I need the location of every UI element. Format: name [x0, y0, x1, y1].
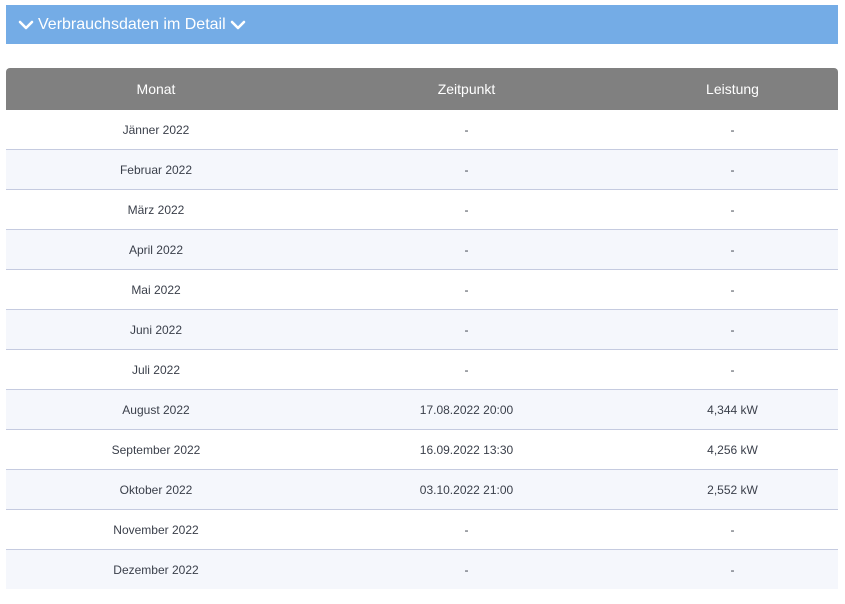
cell-month: September 2022	[6, 429, 306, 470]
cell-time: -	[306, 229, 627, 270]
cell-power: 4,344 kW	[627, 389, 838, 430]
table-row: November 2022 - -	[6, 509, 838, 550]
consumption-table: Monat Zeitpunkt Leistung Jänner 2022 - -…	[6, 68, 838, 589]
cell-power: -	[627, 149, 838, 190]
cell-time: -	[306, 110, 627, 150]
cell-time: -	[306, 509, 627, 550]
cell-time: -	[306, 189, 627, 230]
table-row: Juli 2022 - -	[6, 349, 838, 390]
cell-month: Oktober 2022	[6, 469, 306, 510]
cell-month: Februar 2022	[6, 149, 306, 190]
cell-month: März 2022	[6, 189, 306, 230]
cell-power: -	[627, 189, 838, 230]
table-row: Dezember 2022 - -	[6, 549, 838, 589]
cell-power: -	[627, 349, 838, 390]
table-row: Juni 2022 - -	[6, 309, 838, 350]
cell-time: -	[306, 149, 627, 190]
cell-power: -	[627, 509, 838, 550]
column-header-month: Monat	[136, 81, 176, 97]
cell-power: 2,552 kW	[627, 469, 838, 510]
cell-month: Mai 2022	[6, 269, 306, 310]
table-row: September 2022 16.09.2022 13:30 4,256 kW	[6, 429, 838, 470]
cell-power: 4,256 kW	[627, 429, 838, 470]
cell-time: 16.09.2022 13:30	[306, 429, 627, 470]
table-row: Oktober 2022 03.10.2022 21:00 2,552 kW	[6, 469, 838, 510]
table-row: Mai 2022 - -	[6, 269, 838, 310]
table-row: März 2022 - -	[6, 189, 838, 230]
cell-time: -	[306, 549, 627, 589]
chevron-down-icon	[18, 17, 34, 33]
cell-month: August 2022	[6, 389, 306, 430]
cell-time: 03.10.2022 21:00	[306, 469, 627, 510]
cell-month: Juni 2022	[6, 309, 306, 350]
cell-time: -	[306, 269, 627, 310]
cell-power: -	[627, 549, 838, 589]
cell-power: -	[627, 309, 838, 350]
accordion-title: Verbrauchsdaten im Detail	[38, 15, 226, 33]
column-header-power: Leistung	[706, 81, 759, 97]
cell-time: 17.08.2022 20:00	[306, 389, 627, 430]
cell-month: Juli 2022	[6, 349, 306, 390]
table-header-row: Monat Zeitpunkt Leistung	[6, 68, 838, 110]
cell-month: Jänner 2022	[6, 110, 306, 150]
cell-power: -	[627, 229, 838, 270]
cell-time: -	[306, 309, 627, 350]
table-row: Jänner 2022 - -	[6, 110, 838, 150]
column-header-time: Zeitpunkt	[437, 81, 496, 97]
consumption-details-toggle[interactable]: Verbrauchsdaten im Detail	[6, 5, 838, 44]
cell-month: November 2022	[6, 509, 306, 550]
cell-power: -	[627, 269, 838, 310]
cell-month: April 2022	[6, 229, 306, 270]
table-row: Februar 2022 - -	[6, 149, 838, 190]
table-row: April 2022 - -	[6, 229, 838, 270]
cell-power: -	[627, 110, 838, 150]
cell-time: -	[306, 349, 627, 390]
table-row: August 2022 17.08.2022 20:00 4,344 kW	[6, 389, 838, 430]
cell-month: Dezember 2022	[6, 549, 306, 589]
chevron-down-icon	[230, 17, 246, 33]
